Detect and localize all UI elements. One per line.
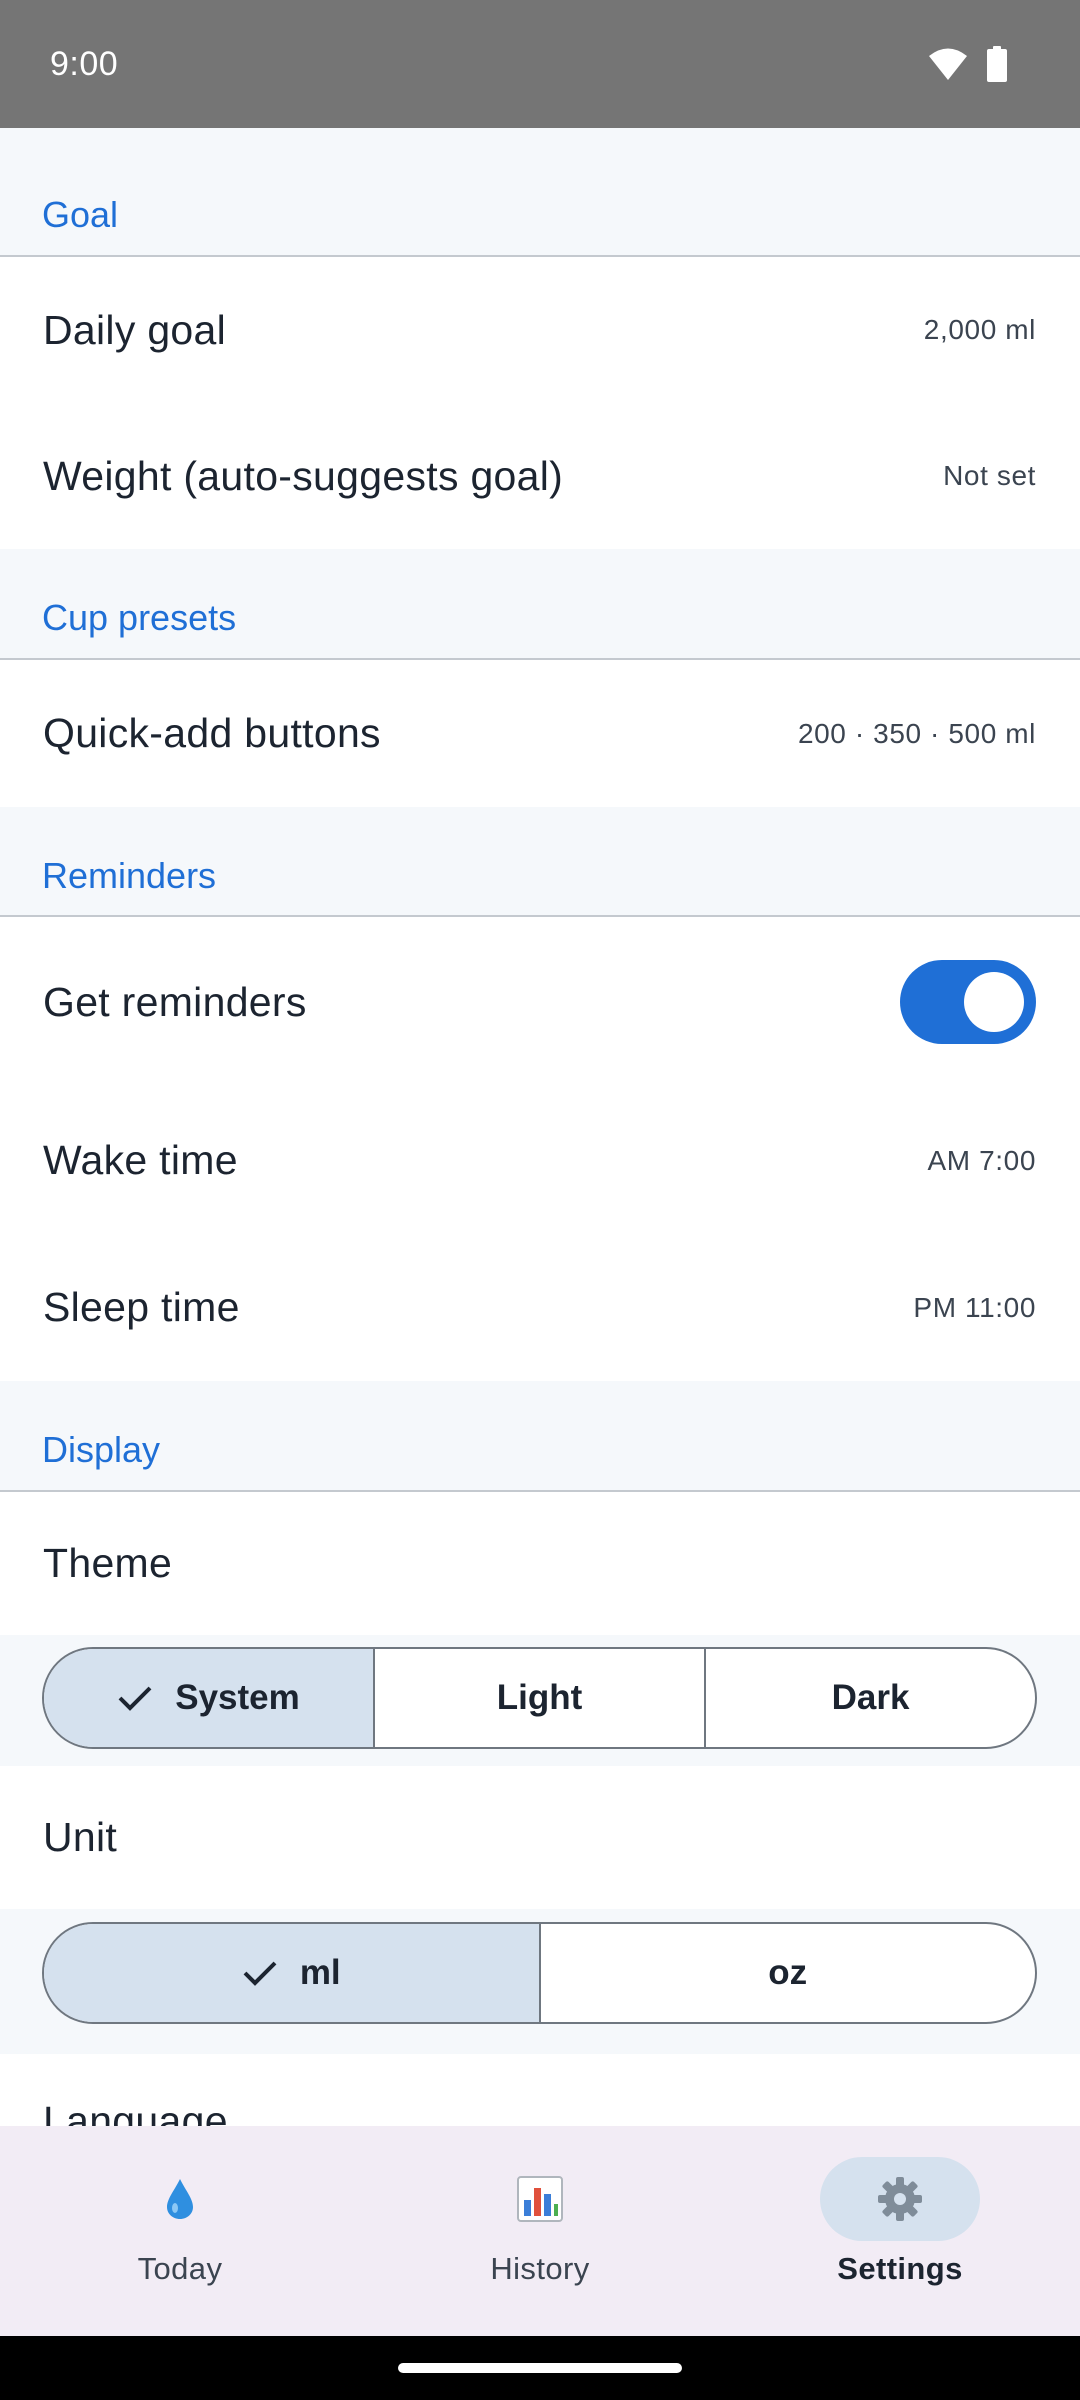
weight-value: Not set (943, 460, 1036, 491)
sleep-time-label: Sleep time (43, 1284, 240, 1330)
gear-icon (878, 2177, 922, 2221)
language-label: Language (43, 2098, 228, 2126)
theme-option-system[interactable]: System (44, 1649, 373, 1747)
unit-selector-area: ml oz (0, 1909, 1080, 2054)
theme-label: Theme (43, 1540, 173, 1586)
reminders-toggle[interactable] (900, 960, 1036, 1044)
theme-selector-area: System Light Dark (0, 1635, 1080, 1766)
unit-row: Unit (0, 1766, 1080, 1909)
gesture-handle[interactable] (398, 2363, 682, 2373)
sleep-time-value: PM 11:00 (913, 1291, 1036, 1323)
battery-icon (987, 46, 1007, 82)
unit-option-ml[interactable]: ml (44, 1924, 539, 2022)
theme-option-light[interactable]: Light (373, 1649, 704, 1747)
section-title-reminders: Reminders (42, 855, 217, 896)
check-icon (243, 1961, 277, 1986)
daily-goal-label: Daily goal (43, 306, 227, 353)
theme-option-system-label: System (175, 1678, 300, 1717)
unit-segmented-control[interactable]: ml oz (42, 1922, 1037, 2024)
water-drop-icon (167, 2179, 193, 2219)
wake-time-label: Wake time (43, 1137, 238, 1183)
section-header-display: Display (0, 1381, 1080, 1492)
section-title-goal: Goal (42, 194, 119, 235)
nav-item-today[interactable]: Today (0, 2126, 360, 2336)
daily-goal-value: 2,000 ml (923, 314, 1036, 345)
quick-add-row[interactable]: Quick-add buttons 200 · 350 · 500 ml (0, 660, 1080, 807)
bottom-navigation: Today History Settings (0, 2126, 1080, 2336)
unit-label: Unit (43, 1814, 118, 1860)
get-reminders-row[interactable]: Get reminders (0, 917, 1080, 1087)
nav-icon-container-active (820, 2157, 980, 2241)
quick-add-value: 200 · 350 · 500 ml (797, 717, 1036, 749)
gesture-navigation-bar (0, 2336, 1080, 2400)
theme-option-dark[interactable]: Dark (704, 1649, 1035, 1747)
nav-item-settings[interactable]: Settings (720, 2126, 1080, 2336)
wake-time-value: AM 7:00 (927, 1144, 1036, 1176)
status-time: 9:00 (50, 44, 119, 83)
check-icon (118, 1686, 152, 1711)
quick-add-label: Quick-add buttons (43, 710, 381, 756)
unit-option-oz[interactable]: oz (538, 1924, 1036, 2022)
theme-segmented-control[interactable]: System Light Dark (42, 1647, 1037, 1749)
weight-row[interactable]: Weight (auto-suggests goal) Not set (0, 403, 1080, 549)
theme-row: Theme (0, 1492, 1080, 1635)
section-title-cup-presets: Cup presets (42, 597, 237, 638)
unit-option-ml-label: ml (299, 1953, 341, 1992)
section-header-cup-presets: Cup presets (0, 549, 1080, 660)
wifi-icon (929, 48, 967, 80)
language-row[interactable]: Language (0, 2054, 1080, 2126)
nav-icon-container (460, 2157, 620, 2241)
get-reminders-label: Get reminders (43, 978, 307, 1025)
nav-item-history[interactable]: History (360, 2126, 720, 2336)
bar-chart-icon (517, 2176, 563, 2222)
theme-option-light-label: Light (496, 1678, 583, 1717)
sleep-time-row[interactable]: Sleep time PM 11:00 (0, 1234, 1080, 1381)
theme-option-dark-label: Dark (831, 1678, 910, 1717)
weight-label: Weight (auto-suggests goal) (43, 452, 564, 499)
status-bar: 9:00 (0, 0, 1080, 128)
unit-option-oz-label: oz (768, 1953, 808, 1992)
nav-label-today: Today (137, 2251, 223, 2286)
toggle-thumb (964, 972, 1024, 1032)
daily-goal-row[interactable]: Daily goal 2,000 ml (0, 257, 1080, 403)
settings-list[interactable]: Goal Daily goal 2,000 ml Weight (auto-su… (0, 128, 1080, 2126)
section-header-reminders: Reminders (0, 807, 1080, 917)
settings-screen: 9:00 Goal Daily goal 2,000 ml Weight (au… (0, 0, 1080, 2400)
section-title-display: Display (42, 1429, 161, 1470)
wake-time-row[interactable]: Wake time AM 7:00 (0, 1087, 1080, 1234)
section-header-goal: Goal (0, 128, 1080, 257)
nav-label-history: History (490, 2251, 590, 2286)
nav-icon-container (100, 2157, 260, 2241)
status-icons (928, 46, 1008, 82)
nav-label-settings: Settings (837, 2251, 963, 2286)
